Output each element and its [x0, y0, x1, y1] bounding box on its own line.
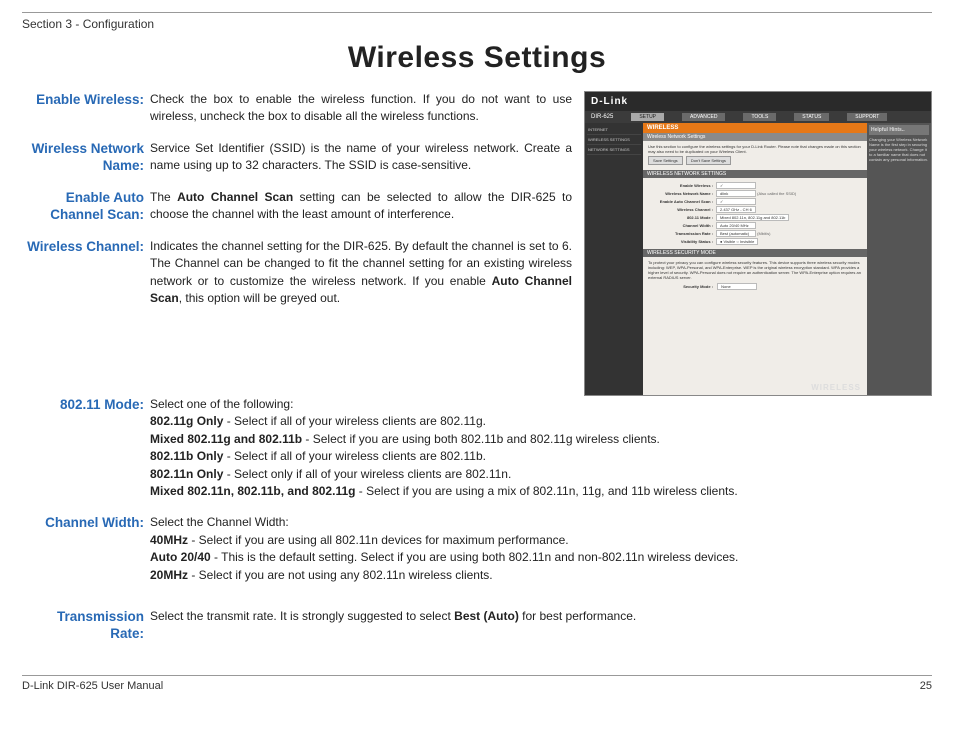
- ss-field-label: 802.11 Mode :: [648, 215, 716, 220]
- label-auto-scan: Enable Auto Channel Scan:: [22, 189, 150, 224]
- definitions-column: Enable Wireless: Check the box to enable…: [22, 91, 932, 657]
- ss-cancel-button[interactable]: Don't Save Settings: [686, 156, 731, 165]
- ss-field-value[interactable]: Best (automatic): [716, 230, 756, 237]
- desc-width: Select the Channel Width: 40MHz - Select…: [150, 514, 738, 584]
- ss-footer: WIRELESS: [811, 383, 861, 392]
- ss-side-wireless[interactable]: WIRELESS SETTINGS: [587, 135, 641, 145]
- ss-brand: D-Link: [585, 92, 931, 111]
- ss-tab-advanced[interactable]: ADVANCED: [682, 113, 725, 121]
- ss-sec1: WIRELESS NETWORK SETTINGS: [643, 170, 867, 178]
- ss-field-value[interactable]: 2.437 GHz - CH 6: [716, 206, 756, 213]
- ss-secmode-label: Security Mode :: [648, 284, 716, 289]
- ss-field-value[interactable]: ✓: [716, 198, 756, 205]
- ss-field-value[interactable]: ● Visible ○ Invisible: [716, 238, 758, 245]
- ss-field-value[interactable]: dlink: [716, 190, 756, 197]
- router-screenshot: D-Link DIR-625 SETUP ADVANCED TOOLS STAT…: [584, 91, 932, 396]
- ss-field-value[interactable]: ✓: [716, 182, 756, 189]
- desc-channel: Indicates the channel setting for the DI…: [150, 238, 572, 308]
- ss-field-label: Enable Auto Channel Scan :: [648, 199, 716, 204]
- ss-tab-status[interactable]: STATUS: [794, 113, 829, 121]
- ss-help-text: Changing your Wireless Network Name is t…: [869, 137, 929, 162]
- page-title: Wireless Settings: [22, 41, 932, 75]
- ss-field-label: Channel Width :: [648, 223, 716, 228]
- ss-tab-support[interactable]: SUPPORT: [847, 113, 887, 121]
- desc-enable-wireless: Check the box to enable the wireless fun…: [150, 91, 572, 126]
- ss-field-value[interactable]: Mixed 802.11n, 802.11g and 802.11b: [716, 214, 789, 221]
- ss-save-button[interactable]: Save Settings: [648, 156, 683, 165]
- footer-page: 25: [920, 680, 932, 692]
- footer-manual: D-Link DIR-625 User Manual: [22, 680, 163, 692]
- ss-field-label: Wireless Network Name :: [648, 191, 716, 196]
- desc-rate: Select the transmit rate. It is strongly…: [150, 608, 636, 643]
- ss-tab-tools[interactable]: TOOLS: [743, 113, 776, 121]
- label-enable-wireless: Enable Wireless:: [22, 91, 150, 126]
- ss-side-network[interactable]: NETWORK SETTINGS: [587, 145, 641, 155]
- label-mode: 802.11 Mode:: [22, 396, 150, 500]
- ss-field-value[interactable]: Auto 20/40 MHz: [716, 222, 756, 229]
- label-channel: Wireless Channel:: [22, 238, 150, 308]
- ss-model: DIR-625: [591, 114, 613, 120]
- ss-field-label: Enable Wireless :: [648, 183, 716, 188]
- ss-secmode-value[interactable]: None: [717, 283, 757, 290]
- ss-field-label: Visibility Status :: [648, 239, 716, 244]
- ss-subbar: Wireless Network Settings: [643, 133, 867, 141]
- ss-field-label: Wireless Channel :: [648, 207, 716, 212]
- ss-bar: WIRELESS: [643, 123, 867, 133]
- label-rate: Transmission Rate:: [22, 608, 150, 643]
- ss-intro: Use this section to configure the wirele…: [648, 144, 862, 154]
- ss-help-title: Helpful Hints..: [869, 125, 929, 135]
- label-ssid: Wireless Network Name:: [22, 140, 150, 175]
- ss-side-internet[interactable]: INTERNET: [587, 125, 641, 135]
- ss-sec2-text: To protect your privacy you can configur…: [648, 260, 862, 280]
- ss-help-panel: Helpful Hints.. Changing your Wireless N…: [867, 123, 931, 396]
- section-header: Section 3 - Configuration: [22, 17, 932, 31]
- desc-auto-scan: The Auto Channel Scan setting can be sel…: [150, 189, 572, 224]
- ss-tab-setup[interactable]: SETUP: [631, 113, 664, 121]
- desc-mode: Select one of the following: 802.11g Onl…: [150, 396, 738, 500]
- ss-sec2: WIRELESS SECURITY MODE: [643, 249, 867, 257]
- ss-field-label: Transmission Rate :: [648, 231, 716, 236]
- ss-sidebar: INTERNET WIRELESS SETTINGS NETWORK SETTI…: [585, 123, 643, 396]
- desc-ssid: Service Set Identifier (SSID) is the nam…: [150, 140, 572, 175]
- label-width: Channel Width:: [22, 514, 150, 584]
